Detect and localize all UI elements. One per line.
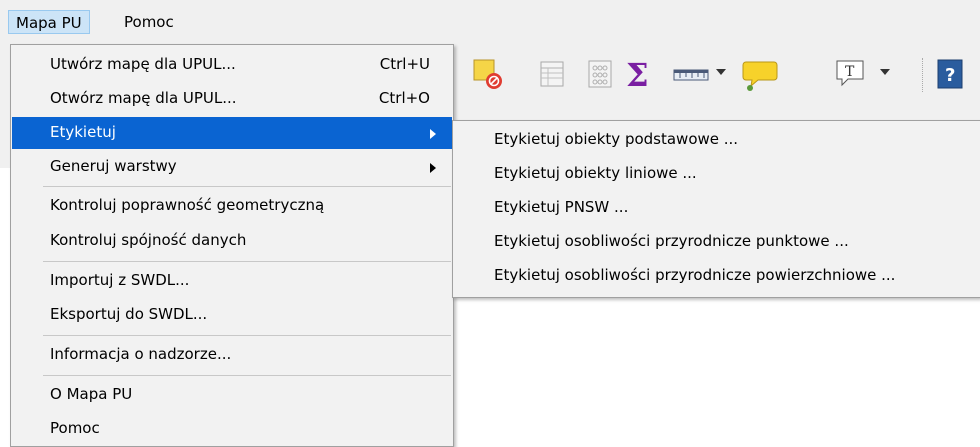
menu-item-check-geometry[interactable]: Kontroluj poprawność geometryczną [12, 190, 452, 222]
menu-item-label: Informacja o nadzorze... [50, 345, 232, 363]
submenu-item-pnsw[interactable]: Etykietuj PNSW ... [454, 191, 980, 225]
menu-item-label: Importuj z SWDL... [50, 271, 190, 289]
menu-separator [43, 335, 451, 336]
menu-item-label: Otwórz mapę dla UPUL... [50, 89, 237, 107]
help-icon[interactable]: ? [936, 58, 968, 90]
menu-item-help[interactable]: Pomoc [12, 413, 452, 445]
svg-text:?: ? [945, 65, 955, 86]
menu-item-label: Pomoc [50, 419, 100, 437]
attribute-table-icon[interactable] [536, 58, 568, 90]
menu-mapa-pu[interactable]: Mapa PU [8, 10, 90, 34]
submenu-item-label: Etykietuj PNSW ... [494, 198, 629, 216]
map-tips-icon[interactable] [742, 58, 782, 91]
submenu-arrow-icon [430, 163, 436, 173]
statistics-sum-icon[interactable]: Σ [622, 56, 654, 94]
submenu-item-linear-objects[interactable]: Etykietuj obiekty liniowe ... [454, 157, 980, 191]
chevron-down-icon[interactable] [716, 69, 726, 75]
svg-text:T: T [845, 64, 855, 80]
menu-item-label: Kontroluj spójność danych [50, 231, 247, 249]
menu-item-check-consistency[interactable]: Kontroluj spójność danych [12, 225, 452, 257]
toolbar-separator [922, 58, 925, 92]
submenu-item-label: Etykietuj obiekty podstawowe ... [494, 130, 739, 148]
menu-item-etykietuj[interactable]: Etykietuj [12, 117, 452, 149]
submenu-arrow-icon [430, 129, 436, 139]
text-annotation-icon[interactable]: T [834, 58, 874, 90]
menu-pomoc[interactable]: Pomoc [117, 10, 181, 34]
menu-item-label: Utwórz mapę dla UPUL... [50, 55, 236, 73]
background-panel [0, 108, 10, 168]
svg-text:Σ: Σ [626, 58, 649, 90]
submenu-item-natural-areas[interactable]: Etykietuj osobliwości przyrodnicze powie… [454, 259, 980, 293]
menu-separator [43, 186, 451, 187]
menu-item-label: O Mapa PU [50, 385, 133, 403]
menu-item-about[interactable]: O Mapa PU [12, 379, 452, 411]
menu-item-label: Kontroluj poprawność geometryczną [50, 196, 325, 214]
submenu-item-natural-points[interactable]: Etykietuj osobliwości przyrodnicze punkt… [454, 225, 980, 259]
chevron-down-icon[interactable] [880, 69, 890, 75]
menu-item-label: Eksportuj do SWDL... [50, 305, 208, 323]
field-calculator-icon[interactable] [584, 58, 616, 90]
shortcut-label: Ctrl+U [379, 55, 430, 73]
measure-ruler-icon[interactable] [672, 58, 712, 90]
menu-item-export-swdl[interactable]: Eksportuj do SWDL... [12, 299, 452, 331]
etykietuj-submenu: Etykietuj obiekty podstawowe ... Etykiet… [452, 120, 980, 298]
menu-item-open-map[interactable]: Otwórz mapę dla UPUL... Ctrl+O [12, 83, 452, 115]
shortcut-label: Ctrl+O [378, 89, 430, 107]
menu-separator [43, 261, 451, 262]
menu-separator [43, 375, 451, 376]
menu-item-create-map[interactable]: Utwórz mapę dla UPUL... Ctrl+U [12, 49, 452, 81]
menu-item-supervision-info[interactable]: Informacja o nadzorze... [12, 339, 452, 371]
menu-item-import-swdl[interactable]: Importuj z SWDL... [12, 265, 452, 297]
menu-item-label: Generuj warstwy [50, 157, 177, 175]
submenu-item-label: Etykietuj osobliwości przyrodnicze powie… [494, 266, 896, 284]
menu-bar: Mapa PU Pomoc [0, 0, 980, 42]
mapa-pu-dropdown-menu: Utwórz mapę dla UPUL... Ctrl+U Otwórz ma… [10, 44, 454, 447]
layer-remove-icon[interactable] [472, 58, 504, 90]
submenu-item-label: Etykietuj obiekty liniowe ... [494, 164, 697, 182]
submenu-item-basic-objects[interactable]: Etykietuj obiekty podstawowe ... [454, 123, 980, 157]
submenu-item-label: Etykietuj osobliwości przyrodnicze punkt… [494, 232, 849, 250]
menu-item-generate-layers[interactable]: Generuj warstwy [12, 151, 452, 183]
menu-item-label: Etykietuj [50, 123, 116, 141]
